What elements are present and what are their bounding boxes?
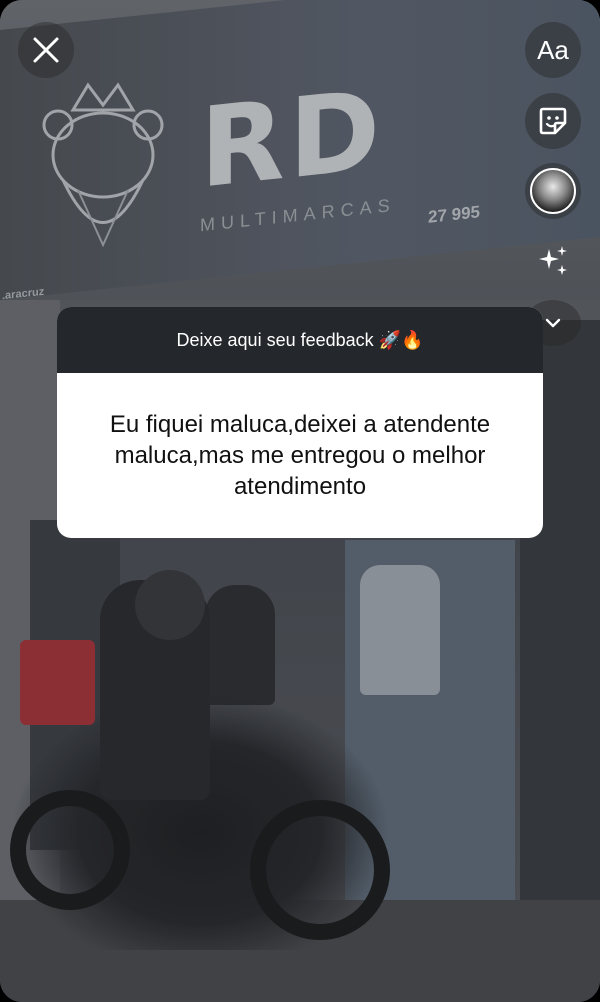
sticker-button[interactable] (525, 93, 581, 149)
story-editor: RD MULTIMARCAS 27 995 .aracruz Aa Deixe … (0, 0, 600, 1002)
sparkles-icon (539, 246, 567, 275)
question-prompt-bar: Deixe aqui seu feedback 🚀🔥 (57, 307, 543, 373)
answer-text: Eu fiquei maluca,deixei a atendente malu… (109, 411, 491, 500)
chevron-down-icon (545, 318, 561, 328)
answer-area: Eu fiquei maluca,deixei a atendente malu… (57, 373, 543, 538)
close-button[interactable] (18, 22, 74, 78)
sticker-icon (539, 107, 567, 135)
close-icon (33, 37, 59, 63)
question-sticker[interactable]: Deixe aqui seu feedback 🚀🔥 Eu fiquei mal… (57, 307, 543, 538)
profile-avatar (530, 168, 576, 214)
text-tool-button[interactable]: Aa (525, 22, 581, 78)
effects-button[interactable] (525, 233, 581, 289)
mention-avatar-button[interactable] (525, 163, 581, 219)
text-tool-label: Aa (537, 34, 569, 65)
question-prompt: Deixe aqui seu feedback 🚀🔥 (176, 329, 424, 350)
